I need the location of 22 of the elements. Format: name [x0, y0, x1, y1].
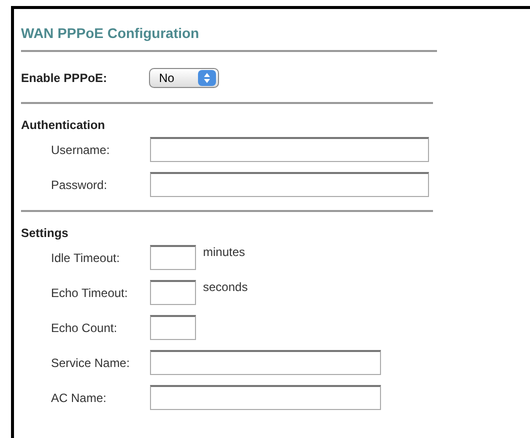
field-label: Echo Timeout: — [51, 284, 129, 302]
field-label: Idle Timeout: — [51, 250, 121, 266]
field-label: Password: — [51, 176, 108, 194]
unit-label: minutes — [203, 244, 246, 261]
field-label: Username: — [51, 142, 111, 158]
input-field[interactable] — [150, 315, 196, 340]
input-field[interactable] — [150, 137, 429, 162]
input-field[interactable] — [150, 385, 381, 410]
input-field[interactable] — [150, 245, 196, 270]
unit-label: seconds — [203, 279, 248, 296]
section-heading: Authentication — [21, 117, 106, 132]
stepper-icon — [198, 70, 216, 86]
section-heading: Settings — [21, 225, 70, 240]
enable-label: Enable PPPoE: — [21, 70, 108, 87]
input-field[interactable] — [150, 350, 381, 375]
input-field[interactable] — [150, 280, 196, 305]
enable-select[interactable]: No — [149, 68, 219, 88]
field-label: Service Name: — [51, 354, 131, 372]
input-field[interactable] — [150, 172, 429, 197]
field-label: AC Name: — [51, 390, 108, 406]
page-title: WAN PPPoE Configuration — [21, 24, 200, 43]
field-label: Echo Count: — [51, 320, 118, 336]
